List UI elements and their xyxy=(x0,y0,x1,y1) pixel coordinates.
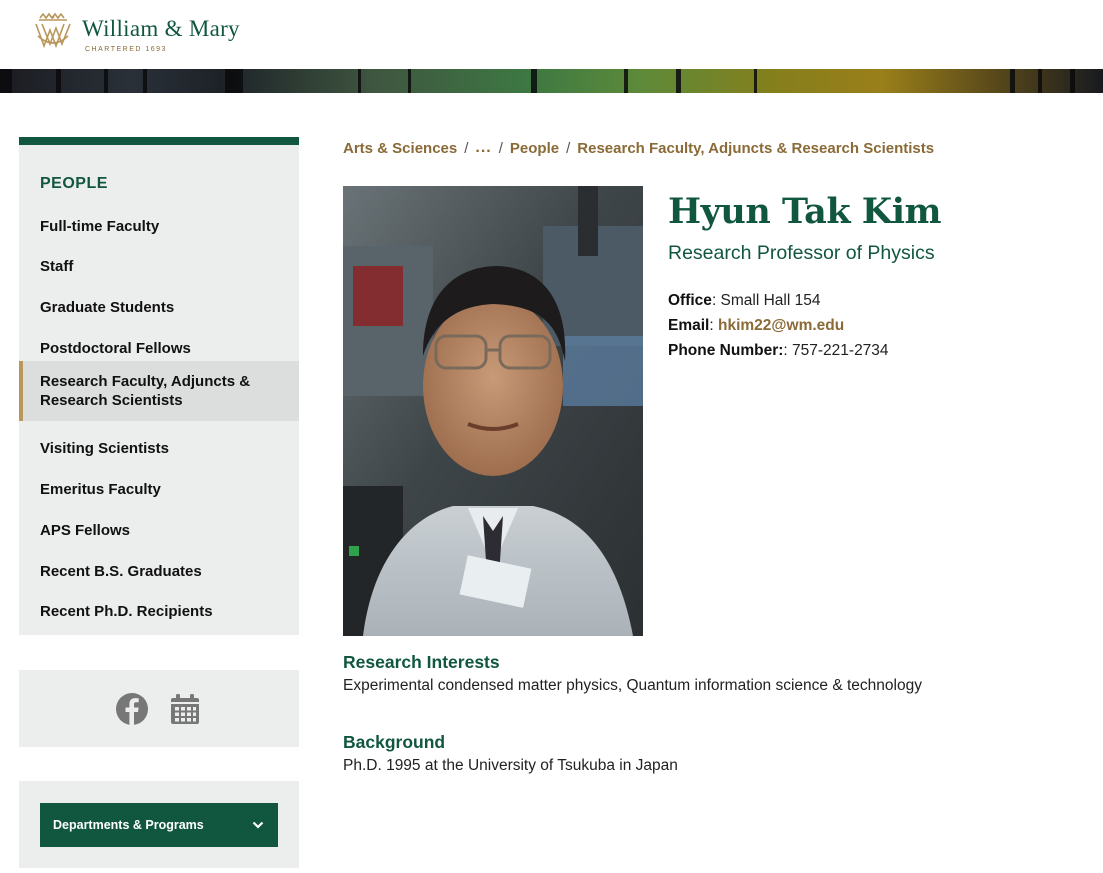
person-title: Research Professor of Physics xyxy=(668,242,935,264)
sidebar-nav: PEOPLE Full-time Faculty Staff Graduate … xyxy=(19,137,299,635)
breadcrumb-people[interactable]: People xyxy=(510,140,559,157)
breadcrumb-separator: / xyxy=(566,139,571,157)
email-colon: : xyxy=(709,317,718,334)
research-interests-heading: Research Interests xyxy=(343,652,500,672)
breadcrumb-arts-sciences[interactable]: Arts & Sciences xyxy=(343,140,457,157)
departments-programs-label: Departments & Programs xyxy=(53,818,204,832)
breadcrumb: Arts & Sciences / ... / People / Researc… xyxy=(343,139,934,157)
email-label: Email xyxy=(668,317,710,334)
departments-box: Departments & Programs xyxy=(19,781,299,868)
breadcrumb-ellipsis[interactable]: ... xyxy=(475,139,491,157)
sidebar-item-visiting-scientists[interactable]: Visiting Scientists xyxy=(19,431,299,465)
contact-phone: Phone Number:: 757-221-2734 xyxy=(668,342,889,360)
breadcrumb-separator: / xyxy=(498,139,503,157)
background-text: Ph.D. 1995 at the University of Tsukuba … xyxy=(343,757,678,774)
contact-email: Email: hkim22@wm.edu xyxy=(668,317,844,335)
logo-wordmark: William & Mary xyxy=(82,16,240,41)
phone-value: : 757-221-2734 xyxy=(783,342,889,359)
sidebar-item-full-time-faculty[interactable]: Full-time Faculty xyxy=(19,209,299,243)
office-label: Office xyxy=(668,292,712,309)
logo-subtitle: CHARTERED 1693 xyxy=(85,46,167,53)
header-banner-image xyxy=(0,69,1103,93)
office-value: : Small Hall 154 xyxy=(711,292,821,309)
social-links xyxy=(19,670,299,747)
sidebar-item-research-faculty[interactable]: Research Faculty, Adjuncts & Research Sc… xyxy=(19,361,299,421)
calendar-icon[interactable] xyxy=(168,692,202,726)
profile-photo xyxy=(343,186,643,636)
facebook-icon[interactable] xyxy=(115,692,149,726)
sidebar-item-aps-fellows[interactable]: APS Fellows xyxy=(19,513,299,547)
wm-cypher-logo-icon xyxy=(35,12,71,49)
sidebar-item-recent-bs-graduates[interactable]: Recent B.S. Graduates xyxy=(19,554,299,588)
chevron-down-icon xyxy=(252,821,264,829)
site-header: William & Mary CHARTERED 1693 xyxy=(0,0,1103,69)
sidebar-item-graduate-students[interactable]: Graduate Students xyxy=(19,290,299,324)
site-logo[interactable]: William & Mary CHARTERED 1693 xyxy=(30,10,240,56)
breadcrumb-research-faculty[interactable]: Research Faculty, Adjuncts & Research Sc… xyxy=(577,140,934,157)
research-interests-text: Experimental condensed matter physics, Q… xyxy=(343,677,922,694)
email-link[interactable]: hkim22@wm.edu xyxy=(718,317,844,334)
sidebar-item-staff[interactable]: Staff xyxy=(19,249,299,283)
background-heading: Background xyxy=(343,732,446,752)
phone-label: Phone Number: xyxy=(668,342,784,359)
sidebar-item-recent-phd-recipients[interactable]: Recent Ph.D. Recipients xyxy=(19,594,299,628)
breadcrumb-separator: / xyxy=(464,139,469,157)
contact-office: Office: Small Hall 154 xyxy=(668,292,820,310)
sidebar-heading[interactable]: PEOPLE xyxy=(40,175,108,193)
sidebar-item-label: Research Faculty, Adjuncts & Research Sc… xyxy=(40,373,251,409)
departments-programs-dropdown[interactable]: Departments & Programs xyxy=(40,803,278,847)
person-name: Hyun Tak Kim xyxy=(668,191,942,232)
sidebar-item-emeritus-faculty[interactable]: Emeritus Faculty xyxy=(19,472,299,506)
sidebar-item-postdoctoral-fellows[interactable]: Postdoctoral Fellows xyxy=(19,331,299,365)
